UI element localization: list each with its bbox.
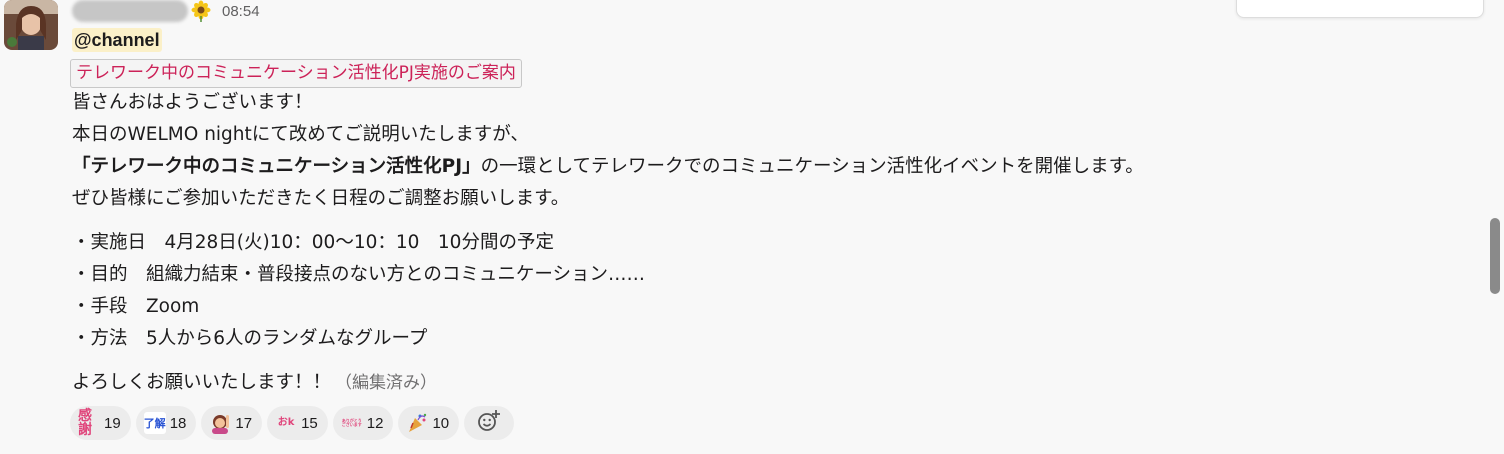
add-reaction-button[interactable] [464, 406, 515, 440]
scrollbar-thumb[interactable] [1490, 218, 1500, 294]
avatar[interactable] [4, 0, 58, 50]
list-item-method: ・方法 5人から6人のランダムなグループ [72, 328, 428, 349]
message-actions-toolbar[interactable] [1236, 0, 1484, 18]
ryokai-emoji-icon: 了解 [143, 412, 166, 434]
list-item-date: ・実施日 4月28日(火)10：00～10：10 10分間の予定 [72, 232, 554, 253]
intro-line: 本日のWELMO nightにて改めてご説明いたしますが、 [72, 124, 529, 145]
announcement-title-code: テレワーク中のコミュニケーション活性化PJ実施のご案内 [70, 59, 522, 88]
sender-name-redacted[interactable] [72, 0, 188, 22]
channel-mention[interactable]: @channel [72, 28, 162, 52]
kansha-emoji-icon: 感謝 [78, 408, 92, 438]
reaction-party-popper[interactable]: 10 [398, 406, 460, 440]
greeting-line: 皆さんおはようございます！ [72, 92, 313, 113]
closing-line: よろしくお願いいたします！！ （編集済み） [72, 367, 437, 399]
reaction-count: 17 [235, 414, 253, 432]
reaction-count: 15 [301, 414, 318, 432]
list-item-purpose: ・目的 組織力結束・普段接点のない方とのコミュニケーション…… [72, 264, 645, 285]
reaction-ryokai[interactable]: 了解 18 [135, 406, 197, 440]
reaction-count: 18 [169, 414, 187, 432]
reaction-count: 12 [366, 414, 384, 432]
reaction-person-raising-hand[interactable]: 17 [201, 406, 263, 440]
reaction-ok[interactable]: おk 15 [267, 406, 328, 440]
party-popper-icon [406, 412, 428, 434]
message-timestamp[interactable]: 08:54 [222, 3, 260, 20]
add-reaction-icon [476, 409, 502, 437]
closing-text: よろしくお願いいたします！！ [72, 372, 332, 393]
reaction-count: 10 [432, 414, 450, 432]
edited-label: （編集済み） [335, 373, 438, 393]
ok-emoji-icon: おk [277, 417, 295, 428]
reactions-bar: 感謝 19 了解 18 17 おk 15 ありがとうございます 12 10 [70, 406, 515, 440]
reaction-count: 19 [104, 414, 121, 432]
message-header: 08:54 [72, 0, 260, 24]
arigatou-emoji-icon: ありがとうございます [341, 417, 362, 427]
person-raising-hand-icon [209, 412, 231, 434]
project-line-rest: の一環としてテレワークでのコミュニケーション活性化イベントを開催します。 [480, 156, 1144, 177]
project-line: 「テレワーク中のコミュニケーション活性化PJ」の一環としてテレワークでのコミュニ… [72, 151, 1144, 183]
reaction-arigatou[interactable]: ありがとうございます 12 [332, 406, 394, 440]
list-item-means: ・手段 Zoom [72, 296, 200, 317]
request-line: ぜひ皆様にご参加いただきたく日程のご調整お願いします。 [72, 188, 570, 209]
sunflower-icon[interactable] [190, 0, 212, 22]
project-name-bold: 「テレワーク中のコミュニケーション活性化PJ」 [72, 156, 481, 177]
reaction-kansha[interactable]: 感謝 19 [70, 406, 131, 440]
